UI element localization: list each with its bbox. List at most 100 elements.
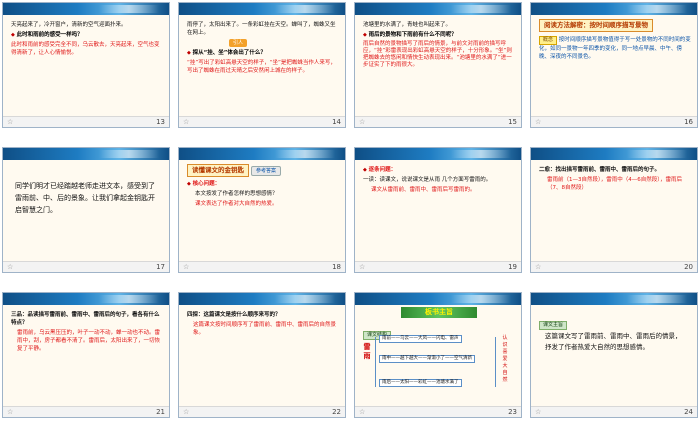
slide-footer: ☆ 15 [355, 116, 521, 127]
slide-thumbnail-22[interactable]: 四探：这篇课文是按什么顺序来写的？ 这篇课文按时间顺序写了雷雨前、雷雨中、雷雨后… [178, 292, 346, 418]
slide-answer: 此时和雨前的感受完全不同，乌云散去，天亮起来，空气也变得清新了，让人心情愉悦。 [11, 42, 160, 56]
slide-content: 雨停了，太阳出来了。一条彩虹挂在天空。蝉叫了，蜘蛛又坐在网上。 引人 探从“挂、… [187, 21, 339, 115]
slide-heading: 核心问题： [187, 180, 339, 188]
transition-icon: ☆ [7, 118, 14, 126]
slide-answer: 课文表达了作者对大自然的热爱。 [195, 201, 278, 207]
slide-thumbnail-13[interactable]: 天亮起来了，冷开窗户，清新的空气迎面扑来。 此时和雨前的感受一样吗？ 此时和雨前… [2, 2, 170, 128]
slide-footer: ☆ 21 [3, 406, 169, 417]
side-label-right: 认识喜爱大自然 [502, 335, 508, 383]
slide-number: 22 [332, 408, 341, 416]
transition-icon: ☆ [359, 263, 366, 271]
slide-text: 同学们明才已经踏越老师走进文本，感受到了雷雨前、中、后的景象。让我们拿起金钥匙开… [15, 182, 155, 214]
slide-content: 四探：这篇课文是按什么顺序来写的？ 这篇课文按时间顺序写了雷雨前、雷雨中、雷雨后… [187, 311, 339, 405]
slide-banner [531, 293, 697, 305]
slide-question: 一读：读课文，说说课文是从雨 几个方面写雷雨的。 [363, 177, 492, 183]
transition-icon: ☆ [7, 263, 14, 271]
transition-icon: ☆ [359, 118, 366, 126]
slide-question: 本文按发了作者怎样的思想感情？ [195, 191, 278, 197]
answer-badge: 参考答案 [251, 166, 282, 176]
right-bracket [495, 337, 496, 387]
slide-banner [531, 148, 697, 160]
slide-number: 16 [684, 118, 693, 126]
slide-thumbnail-24[interactable]: 课文主旨 这篇课文写了雷雨前、雷雨中、雷雨后的情景，抒发了作者热爱大自然的思想感… [530, 292, 698, 418]
slide-answer: 雷雨前（1—3自然段），雷雨中（4—6自然段），雷雨后（7、8自然段） [547, 177, 682, 191]
slide-footer: ☆ 14 [179, 116, 345, 127]
theme-tag: 课文主旨 [539, 321, 568, 330]
flow-box-before-rain: 雨前——乌云——大风——闪电、雷声 [379, 335, 462, 343]
slide-text: 天亮起来了，冷开窗户，清新的空气迎面扑来。 [11, 22, 127, 28]
slide-footer: ☆ 16 [531, 116, 697, 127]
slide-text: 按时间顺序描写景物值得于写一处景物的不同时间的变化，如同一景物一年四季的变化，同… [539, 37, 691, 60]
slide-footer: ☆ 19 [355, 261, 521, 272]
flow-box-after-rain: 雨后——太阳——彩虹——池塘水满了 [379, 379, 462, 387]
transition-icon: ☆ [535, 263, 542, 271]
slide-content: 二愈：找出描写雷雨前、雷雨中、雷雨后的句子。 雷雨前（1—3自然段），雷雨中（4… [539, 166, 691, 260]
slide-question: 雨后的景物和下雨前有什么不同呢？ [363, 31, 515, 39]
slide-answer: 雨后自然的景物描写了雨后的情景，与前文对雨前的描写呼应，“挂”彩雷表现出彩虹高悬… [363, 41, 512, 68]
slide-text: 池塘里的水满了，青蛙也叫起来了。 [363, 22, 452, 28]
slide-banner [3, 293, 169, 305]
slide-footer: ☆ 18 [179, 261, 345, 272]
transition-icon: ☆ [183, 118, 190, 126]
side-label-left: 雷雨 [363, 343, 371, 360]
slide-sorter-grid: 天亮起来了，冷开窗户，清新的空气迎面扑来。 此时和雨前的感受一样吗？ 此时和雨前… [0, 0, 700, 431]
slide-text: 雨停了，太阳出来了。一条彩虹挂在天空。蝉叫了，蜘蛛又坐在网上。 [187, 22, 336, 36]
slide-number: 18 [332, 263, 341, 271]
concept-badge: 概念 [539, 36, 558, 45]
intro-badge: 引人 [229, 39, 248, 47]
slide-content: 这篇课文写了雷雨前、雷雨中、雷雨后的情景，抒发了作者热爱大自然的思想感情。 [545, 331, 687, 405]
transition-icon: ☆ [7, 408, 14, 416]
slide-question: 四探：这篇课文是按什么顺序来写的？ [187, 312, 281, 318]
slide-footer: ☆ 17 [3, 261, 169, 272]
slide-number: 20 [684, 263, 693, 271]
transition-icon: ☆ [183, 408, 190, 416]
slide-number: 21 [156, 408, 165, 416]
transition-icon: ☆ [183, 263, 190, 271]
slide-title: 板书主旨 [401, 307, 477, 318]
transition-icon: ☆ [535, 118, 542, 126]
slide-thumbnail-17[interactable]: 同学们明才已经踏越老师走进文本，感受到了雷雨前、中、后的景象。让我们拿起金钥匙开… [2, 147, 170, 273]
slide-question: 探从“挂、坐”体会出了什么？ [187, 49, 339, 57]
transition-icon: ☆ [359, 408, 366, 416]
flow-box-during-rain: 雨中——越下越大——渐渐小了——空气清新 [379, 355, 475, 363]
transition-icon: ☆ [535, 408, 542, 416]
slide-question: 此时和雨前的感受一样吗？ [11, 31, 163, 39]
slide-answer: “挂”写出了彩虹高悬天空的样子，“坐”是把蜘蛛当作人来写，写出了蜘蛛在雨过天晴之… [187, 60, 336, 74]
slide-banner [179, 293, 345, 305]
slide-content: 同学们明才已经踏越老师走进文本，感受到了雷雨前、中、后的景象。让我们拿起金钥匙开… [15, 180, 159, 260]
slide-content: 天亮起来了，冷开窗户，清新的空气迎面扑来。 此时和雨前的感受一样吗？ 此时和雨前… [11, 21, 163, 115]
slide-footer: ☆ 13 [3, 116, 169, 127]
slide-banner [3, 148, 169, 160]
slide-banner [179, 3, 345, 15]
slide-thumbnail-16[interactable]: 阅读方法解密：按时间顺序描写景物 概念 按时间顺序描写景物值得于写一处景物的不同… [530, 2, 698, 128]
slide-number: 17 [156, 263, 165, 271]
slide-footer: ☆ 24 [531, 406, 697, 417]
slide-thumbnail-15[interactable]: 池塘里的水满了，青蛙也叫起来了。 雨后的景物和下雨前有什么不同呢？ 雨后自然的景… [354, 2, 522, 128]
theme-tag-wrap: 课文主旨 [539, 311, 568, 330]
slide-number: 19 [508, 263, 517, 271]
slide-title: 阅读方法解密：按时间顺序描写景物 [539, 19, 653, 32]
slide-number: 24 [684, 408, 693, 416]
slide-number: 15 [508, 118, 517, 126]
slide-question: 二愈：找出描写雷雨前、雷雨中、雷雨后的句子。 [539, 167, 661, 173]
slide-content: 阅读方法解密：按时间顺序描写景物 概念 按时间顺序描写景物值得于写一处景物的不同… [539, 19, 691, 115]
slide-answer: 雷雨前，乌云黑压压的，叶子一动不动，蝉一动也不动。雷雨中，刮，房子都看不清了。雷… [17, 330, 161, 352]
slide-footer: ☆ 23 [355, 406, 521, 417]
slide-banner [355, 3, 521, 15]
slide-content: 读懂课文的金钥匙参考答案 核心问题： 本文按发了作者怎样的思想感情？ 课文表达了… [187, 164, 339, 260]
slide-banner [179, 148, 345, 160]
slide-banner [355, 293, 521, 305]
slide-answer: 这篇课文按时间顺序写了雷雨前、雷雨中、雷雨后的自然景象。 [193, 322, 337, 336]
slide-thumbnail-23[interactable]: 板书主旨 课文结构 雷雨 雨前——乌云——大风——闪电、雷声 雨中——越下越大—… [354, 292, 522, 418]
slide-thumbnail-19[interactable]: 逐条问题： 一读：读课文，说说课文是从雨 几个方面写雷雨的。 课文从雷雨前、雷雨… [354, 147, 522, 273]
left-bracket [375, 337, 376, 387]
slide-footer: ☆ 22 [179, 406, 345, 417]
slide-thumbnail-18[interactable]: 读懂课文的金钥匙参考答案 核心问题： 本文按发了作者怎样的思想感情？ 课文表达了… [178, 147, 346, 273]
slide-banner [531, 3, 697, 15]
slide-content: 池塘里的水满了，青蛙也叫起来了。 雨后的景物和下雨前有什么不同呢？ 雨后自然的景… [363, 21, 515, 115]
slide-thumbnail-21[interactable]: 三品：品读描写雷雨前、雷雨中、雷雨后的句子，看各有什么特点？ 雷雨前，乌云黑压压… [2, 292, 170, 418]
slide-thumbnail-20[interactable]: 二愈：找出描写雷雨前、雷雨中、雷雨后的句子。 雷雨前（1—3自然段），雷雨中（4… [530, 147, 698, 273]
slide-thumbnail-14[interactable]: 雨停了，太阳出来了。一条彩虹挂在天空。蝉叫了，蜘蛛又坐在网上。 引人 探从“挂、… [178, 2, 346, 128]
slide-footer: ☆ 20 [531, 261, 697, 272]
slide-number: 14 [332, 118, 341, 126]
